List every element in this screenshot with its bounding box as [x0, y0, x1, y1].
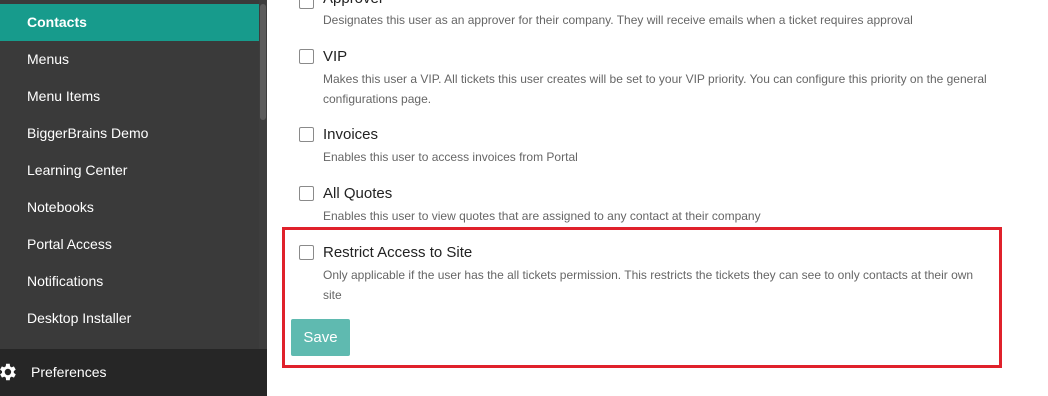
invoices-checkbox[interactable] — [299, 127, 314, 142]
sidebar-item-menu-items[interactable]: Menu Items — [0, 78, 259, 115]
preferences-label: Preferences — [31, 364, 107, 380]
option-title: VIP — [323, 48, 348, 65]
sidebar-item-biggerbrains-demo[interactable]: BiggerBrains Demo — [0, 115, 259, 152]
all-quotes-checkbox[interactable] — [299, 186, 314, 201]
option-description: Makes this user a VIP. All tickets this … — [323, 72, 987, 106]
sidebar: Contacts Menus Menu Items BiggerBrains D… — [0, 0, 267, 396]
option-description: Enables this user to view quotes that ar… — [323, 209, 761, 223]
sidebar-nav: Contacts Menus Menu Items BiggerBrains D… — [0, 0, 259, 349]
sidebar-item-learning-center[interactable]: Learning Center — [0, 152, 259, 189]
save-button[interactable]: Save — [291, 319, 350, 356]
option-title: Approver — [323, 0, 384, 9]
vip-checkbox[interactable] — [299, 49, 314, 64]
approver-checkbox[interactable] — [299, 0, 314, 9]
sidebar-item-contacts[interactable]: Contacts — [0, 4, 259, 41]
option-description: Designates this user as an approver for … — [323, 13, 913, 27]
highlight-box — [282, 227, 1002, 368]
sidebar-item-menus[interactable]: Menus — [0, 41, 259, 78]
sidebar-item-notifications[interactable]: Notifications — [0, 263, 259, 300]
gear-icon — [0, 363, 16, 381]
option-title: Invoices — [323, 126, 379, 143]
preferences-item[interactable]: Preferences — [0, 349, 267, 396]
sidebar-scrollbar-thumb[interactable] — [260, 4, 266, 120]
option-description: Enables this user to access invoices fro… — [323, 150, 578, 164]
sidebar-item-notebooks[interactable]: Notebooks — [0, 189, 259, 226]
sidebar-item-portal-access[interactable]: Portal Access — [0, 226, 259, 263]
sidebar-item-desktop-installer[interactable]: Desktop Installer — [0, 300, 259, 337]
option-title: All Quotes — [323, 185, 393, 202]
